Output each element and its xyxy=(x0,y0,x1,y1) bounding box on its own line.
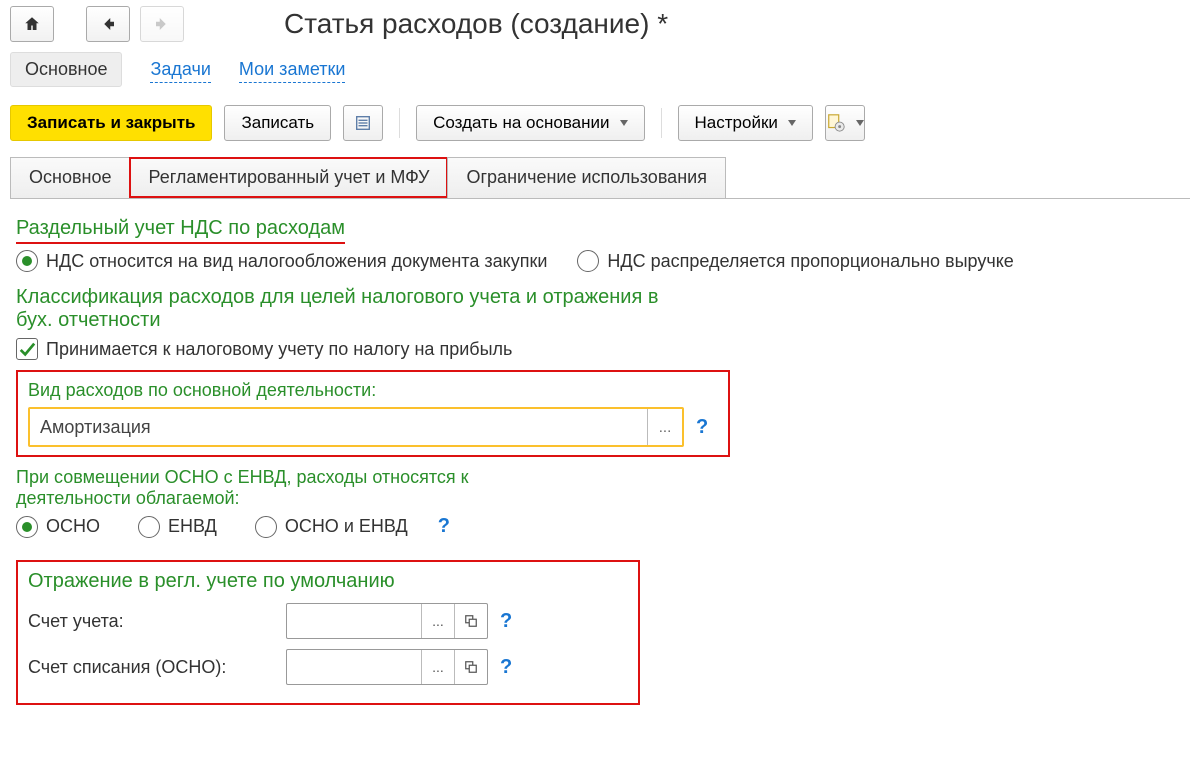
arrow-right-icon xyxy=(153,15,171,33)
tab-main[interactable]: Основное xyxy=(10,157,130,198)
activity-value: Амортизация xyxy=(30,417,647,438)
writeoff-open-button[interactable] xyxy=(454,650,487,684)
tab-regulated[interactable]: Регламентированный учет и МФУ xyxy=(129,157,448,198)
forward-button xyxy=(140,6,184,42)
osno-o1: ОСНО xyxy=(46,516,100,537)
chevron-down-icon xyxy=(620,120,628,126)
writeoff-label: Счет списания (ОСНО): xyxy=(28,657,286,678)
list-button[interactable] xyxy=(343,105,383,141)
settings-label: Настройки xyxy=(695,113,778,133)
writeoff-help[interactable]: ? xyxy=(496,656,516,679)
osno-o2: ЕНВД xyxy=(168,516,217,537)
chevron-down-icon xyxy=(788,120,796,126)
account-field[interactable]: ... xyxy=(286,603,488,639)
save-button[interactable]: Записать xyxy=(224,105,331,141)
check-icon xyxy=(18,340,36,358)
writeoff-field[interactable]: ... xyxy=(286,649,488,685)
osno-radio-osno[interactable] xyxy=(16,516,38,538)
chevron-down-icon xyxy=(856,120,864,126)
activity-label: Вид расходов по основной деятельности: xyxy=(28,380,718,401)
osno-radio-both[interactable] xyxy=(255,516,277,538)
tab-restrictions[interactable]: Ограничение использования xyxy=(447,157,725,198)
osno-radio-envd[interactable] xyxy=(138,516,160,538)
open-icon xyxy=(464,614,478,628)
taxclass-title: Классификация расходов для целей налогов… xyxy=(16,286,676,332)
activity-field[interactable]: Амортизация ... xyxy=(28,407,684,447)
toolbar-separator xyxy=(661,108,662,138)
home-icon xyxy=(23,15,41,33)
navlink-tasks[interactable]: Задачи xyxy=(150,57,210,83)
activity-help[interactable]: ? xyxy=(692,416,712,439)
page-title: Статья расходов (создание) * xyxy=(284,8,668,40)
arrow-left-icon xyxy=(99,15,117,33)
osno-help[interactable]: ? xyxy=(434,515,454,538)
open-icon xyxy=(464,660,478,674)
writeoff-choose-button[interactable]: ... xyxy=(421,650,454,684)
vat-opt2-label: НДС распределяется пропорционально выруч… xyxy=(607,251,1013,272)
home-button[interactable] xyxy=(10,6,54,42)
osno-label: При совмещении ОСНО с ЕНВД, расходы отно… xyxy=(16,467,556,509)
vat-opt1-label: НДС относится на вид налогообложения док… xyxy=(46,251,547,272)
activity-choose-button[interactable]: ... xyxy=(647,409,682,445)
navlink-notes[interactable]: Мои заметки xyxy=(239,57,346,83)
document-gear-icon xyxy=(826,113,846,133)
account-label: Счет учета: xyxy=(28,611,286,632)
toolbar-separator xyxy=(399,108,400,138)
taxcheck[interactable] xyxy=(16,338,38,360)
settings-button[interactable]: Настройки xyxy=(678,105,813,141)
document-button[interactable] xyxy=(825,105,865,141)
account-help[interactable]: ? xyxy=(496,610,516,633)
save-close-button[interactable]: Записать и закрыть xyxy=(10,105,212,141)
vat-section-title: Раздельный учет НДС по расходам xyxy=(16,217,1184,244)
taxcheck-label: Принимается к налоговому учету по налогу… xyxy=(46,339,512,360)
regl-title: Отражение в регл. учете по умолчанию xyxy=(28,570,628,593)
list-icon xyxy=(354,114,372,132)
account-open-button[interactable] xyxy=(454,604,487,638)
vat-radio-doc[interactable] xyxy=(16,250,38,272)
create-based-label: Создать на основании xyxy=(433,113,609,133)
osno-o3: ОСНО и ЕНВД xyxy=(285,516,408,537)
back-button[interactable] xyxy=(86,6,130,42)
navlink-main[interactable]: Основное xyxy=(10,52,122,87)
create-based-button[interactable]: Создать на основании xyxy=(416,105,644,141)
account-choose-button[interactable]: ... xyxy=(421,604,454,638)
vat-radio-prop[interactable] xyxy=(577,250,599,272)
